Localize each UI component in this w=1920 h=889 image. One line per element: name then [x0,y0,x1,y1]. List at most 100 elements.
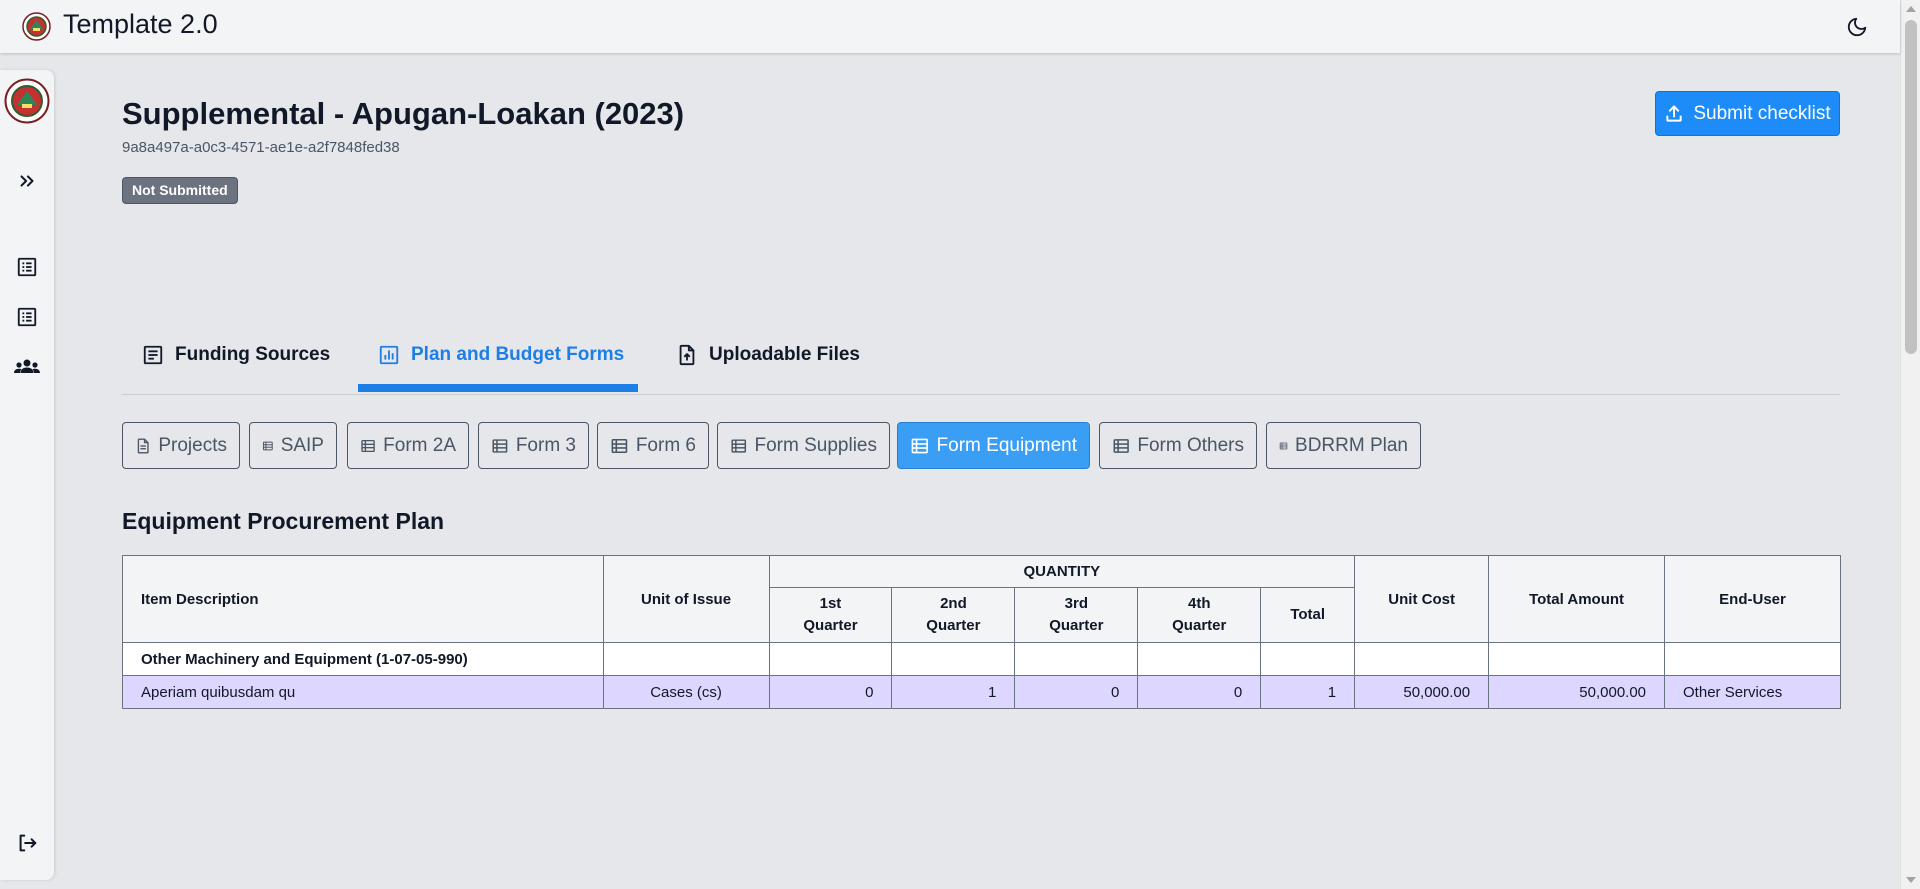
subtab-form-6[interactable]: Form 6 [597,422,709,469]
cell-q4: 0 [1137,675,1262,709]
moon-icon [1847,17,1866,36]
sidebar-item-users[interactable] [12,352,42,382]
table-list-icon [262,441,273,450]
subtab-label: SAIP [280,434,324,456]
subtab-form-supplies[interactable]: Form Supplies [717,422,890,469]
subtab-label: Form 6 [635,434,696,456]
subtab-form-equipment[interactable]: Form Equipment [897,422,1090,469]
scrollbar-thumb[interactable] [1905,20,1917,354]
cell-total: 1 [1260,675,1356,709]
subtab-form-3[interactable]: Form 3 [478,422,589,469]
header-q1-line1: 1st [819,595,842,612]
scroll-up-arrow[interactable] [1906,6,1916,12]
cell-total-amount: 50,000.00 [1488,675,1666,709]
table-cell [1137,642,1262,676]
submit-checklist-button[interactable]: Submit checklist [1655,91,1840,136]
subtab-label: Form Equipment [936,434,1077,456]
top-bar: Template 2.0 [0,0,1900,53]
header-total-amount: Total Amount [1488,555,1666,643]
theme-toggle-button[interactable] [1843,13,1870,40]
scroll-down-arrow[interactable] [1906,877,1916,883]
table-list-icon [611,438,628,453]
cell-end-user: Other Services [1664,675,1841,709]
app-title: Template 2.0 [63,9,218,39]
upload-icon [1666,105,1683,122]
table-cell [1260,642,1356,676]
subtab-form-others[interactable]: Form Others [1099,422,1257,469]
section-title: Equipment Procurement Plan [122,508,445,534]
table-list-icon [1279,442,1288,449]
subtab-saip[interactable]: SAIP [249,422,337,469]
tab-label: Uploadable Files [709,344,860,365]
header-q2: 2nd Quarter [891,587,1016,643]
subtab-bdrrm-plan[interactable]: BDRRM Plan [1266,422,1421,469]
subtab-projects[interactable]: Projects [122,422,240,469]
header-unit-cost: Unit Cost [1354,555,1490,643]
cell-q2: 1 [891,675,1016,709]
sidebar-item-list-2[interactable] [12,302,42,332]
sidebar-expand-button[interactable] [12,166,42,196]
header-q3-line1: 3rd [1064,595,1088,612]
users-group-icon [14,359,40,373]
tab-label: Plan and Budget Forms [411,344,625,365]
header-q4-line2: Quarter [1172,617,1227,634]
cell-item-description: Aperiam quibusdam qu [122,675,604,709]
subtab-label: Form Supplies [754,434,878,456]
table-list-icon [361,439,375,452]
header-q3: 3rd Quarter [1014,587,1139,643]
status-badge: Not Submitted [122,177,238,204]
header-q2-line2: Quarter [926,617,981,634]
table-row[interactable]: Aperiam quibusdam qu Cases (cs) 0 1 0 0 … [122,675,1841,709]
document-icon [137,438,149,453]
page-title: Supplemental - Apugan-Loakan (2023) [122,96,685,131]
table-cell [1014,642,1139,676]
record-id: 9a8a497a-a0c3-4571-ae1e-a2f7848fed38 [122,139,400,156]
header-q3-line2: Quarter [1049,617,1104,634]
sidebar-logo [4,78,50,124]
equipment-procurement-table: Item Description Unit of Issue QUANTITY … [122,555,1841,709]
tab-plan-and-budget-forms[interactable]: Plan and Budget Forms [378,321,624,389]
table-cell [1664,642,1841,676]
category-row: Other Machinery and Equipment (1-07-05-9… [122,642,1841,676]
subtab-form-2a[interactable]: Form 2A [347,422,469,469]
subtab-label: Form 2A [383,434,456,456]
chevrons-right-icon [20,175,34,187]
document-text-icon [143,345,163,365]
logout-icon [19,834,37,852]
list-icon [17,307,37,327]
subtab-label: Form 3 [515,434,576,456]
table-list-icon [492,438,508,453]
submit-checklist-label: Submit checklist [1693,102,1831,124]
table-cell [768,642,893,676]
header-q4: 4th Quarter [1137,587,1262,643]
table-cell [1488,642,1666,676]
table-cell [1354,642,1490,676]
cell-q1: 0 [768,675,893,709]
sidebar-item-list-1[interactable] [12,252,42,282]
header-unit-of-issue: Unit of Issue [602,555,770,643]
tab-uploadable-files[interactable]: Uploadable Files [676,321,860,389]
cell-unit-cost: 50,000.00 [1354,675,1490,709]
subtab-label: Form Others [1137,434,1244,456]
cell-unit-of-issue: Cases (cs) [602,675,770,709]
subtab-label: BDRRM Plan [1295,434,1408,456]
tab-funding-sources[interactable]: Funding Sources [142,321,330,389]
subtab-label: Projects [158,434,227,456]
header-item-description: Item Description [122,555,604,643]
header-quantity: QUANTITY [768,555,1356,588]
city-seal-logo [22,12,51,41]
header-end-user: End-User [1664,555,1841,643]
header-quantity-total: Total [1260,587,1356,643]
table-cell [602,642,770,676]
category-label: Other Machinery and Equipment (1-07-05-9… [122,642,604,676]
tab-label: Funding Sources [175,344,331,365]
header-q2-line1: 2nd [940,595,967,612]
page-scrollbar[interactable] [1900,0,1920,889]
table-list-icon [1113,438,1129,453]
active-tab-indicator [358,384,638,392]
list-icon [17,257,37,277]
sidebar [0,70,54,880]
header-q1: 1st Quarter [768,587,893,643]
cell-q3: 0 [1014,675,1139,709]
logout-button[interactable] [12,828,42,858]
